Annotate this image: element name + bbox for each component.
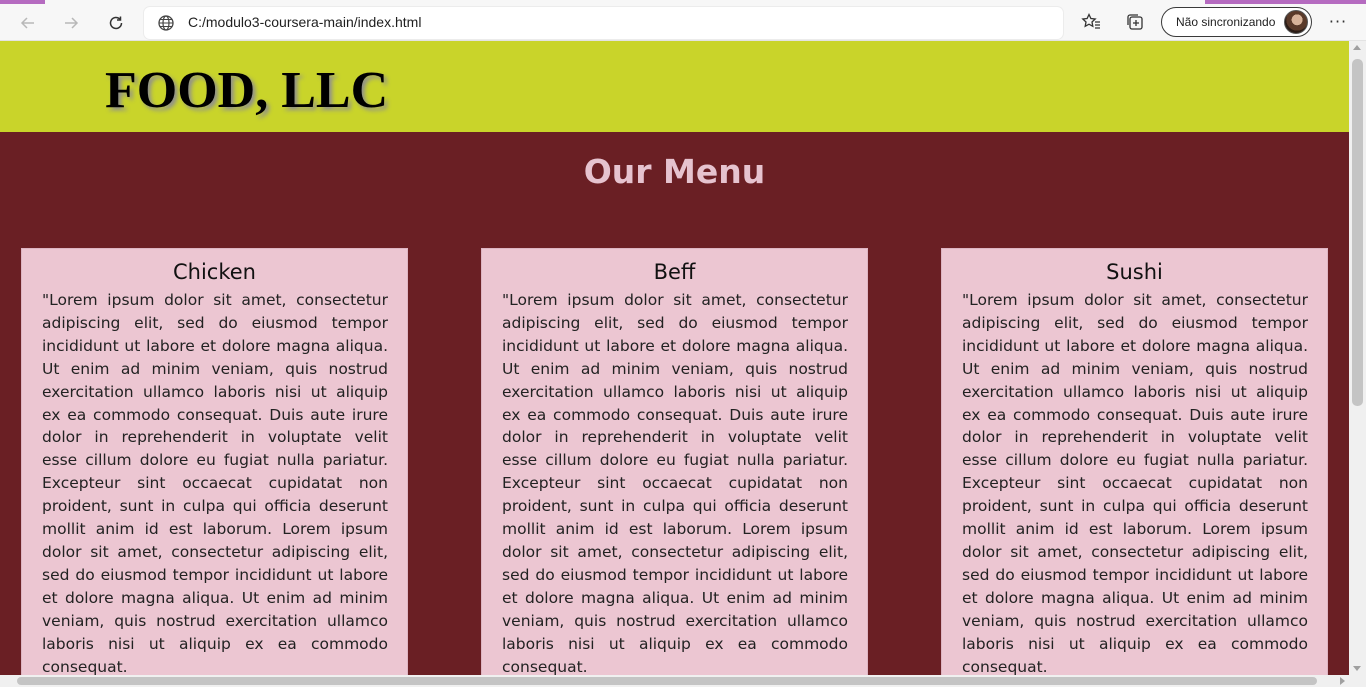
more-icon: ··· [1328, 11, 1348, 31]
favorites-star-icon [1081, 12, 1100, 29]
profile-sync-button[interactable]: Não sincronizando [1161, 7, 1312, 37]
menu-title: Our Menu [583, 152, 766, 191]
menu-card-sushi: Sushi "Lorem ipsum dolor sit amet, conse… [941, 248, 1328, 675]
horizontal-scroll-thumb[interactable] [17, 677, 1317, 685]
site-header: FOOD, LLC [0, 41, 1349, 132]
card-title: Sushi [1106, 260, 1163, 284]
avatar [1284, 10, 1308, 34]
page-viewport: FOOD, LLC Our Menu Chicken "Lorem ipsum … [0, 41, 1349, 675]
sync-status-label: Não sincronizando [1176, 15, 1276, 29]
menu-card-chicken: Chicken "Lorem ipsum dolor sit amet, con… [21, 248, 408, 675]
horizontal-scrollbar[interactable] [0, 675, 1349, 687]
scrollbar-corner [1349, 675, 1366, 687]
globe-icon[interactable] [157, 14, 175, 32]
forward-button[interactable] [55, 7, 87, 39]
scroll-down-arrow-icon[interactable] [1353, 666, 1361, 671]
card-text: "Lorem ipsum dolor sit amet, consectetur… [962, 291, 1308, 675]
card-title: Chicken [173, 260, 256, 284]
scroll-up-arrow-icon[interactable] [1353, 45, 1361, 50]
arrow-left-icon [20, 17, 34, 29]
card-text: "Lorem ipsum dolor sit amet, consectetur… [42, 291, 388, 675]
favorites-button[interactable] [1080, 11, 1102, 33]
arrow-right-icon [65, 17, 79, 29]
collections-button[interactable] [1124, 11, 1146, 33]
more-button[interactable]: ··· [1326, 9, 1350, 33]
reload-icon [109, 16, 123, 30]
vertical-scroll-thumb[interactable] [1352, 59, 1363, 406]
brand-title: FOOD, LLC [105, 62, 389, 119]
back-button[interactable] [12, 7, 44, 39]
browser-toolbar: C:/modulo3-coursera-main/index.html Não … [0, 4, 1366, 41]
card-text: "Lorem ipsum dolor sit amet, consectetur… [502, 291, 848, 675]
address-url[interactable]: C:/modulo3-coursera-main/index.html [188, 14, 421, 30]
card-title: Beff [653, 260, 696, 284]
menu-card-beff: Beff "Lorem ipsum dolor sit amet, consec… [481, 248, 868, 675]
address-bar[interactable]: C:/modulo3-coursera-main/index.html [144, 7, 1063, 39]
scroll-right-arrow-icon[interactable] [1340, 677, 1345, 685]
collections-icon [1127, 14, 1143, 30]
vertical-scrollbar[interactable] [1349, 41, 1366, 675]
reload-button[interactable] [100, 7, 132, 39]
